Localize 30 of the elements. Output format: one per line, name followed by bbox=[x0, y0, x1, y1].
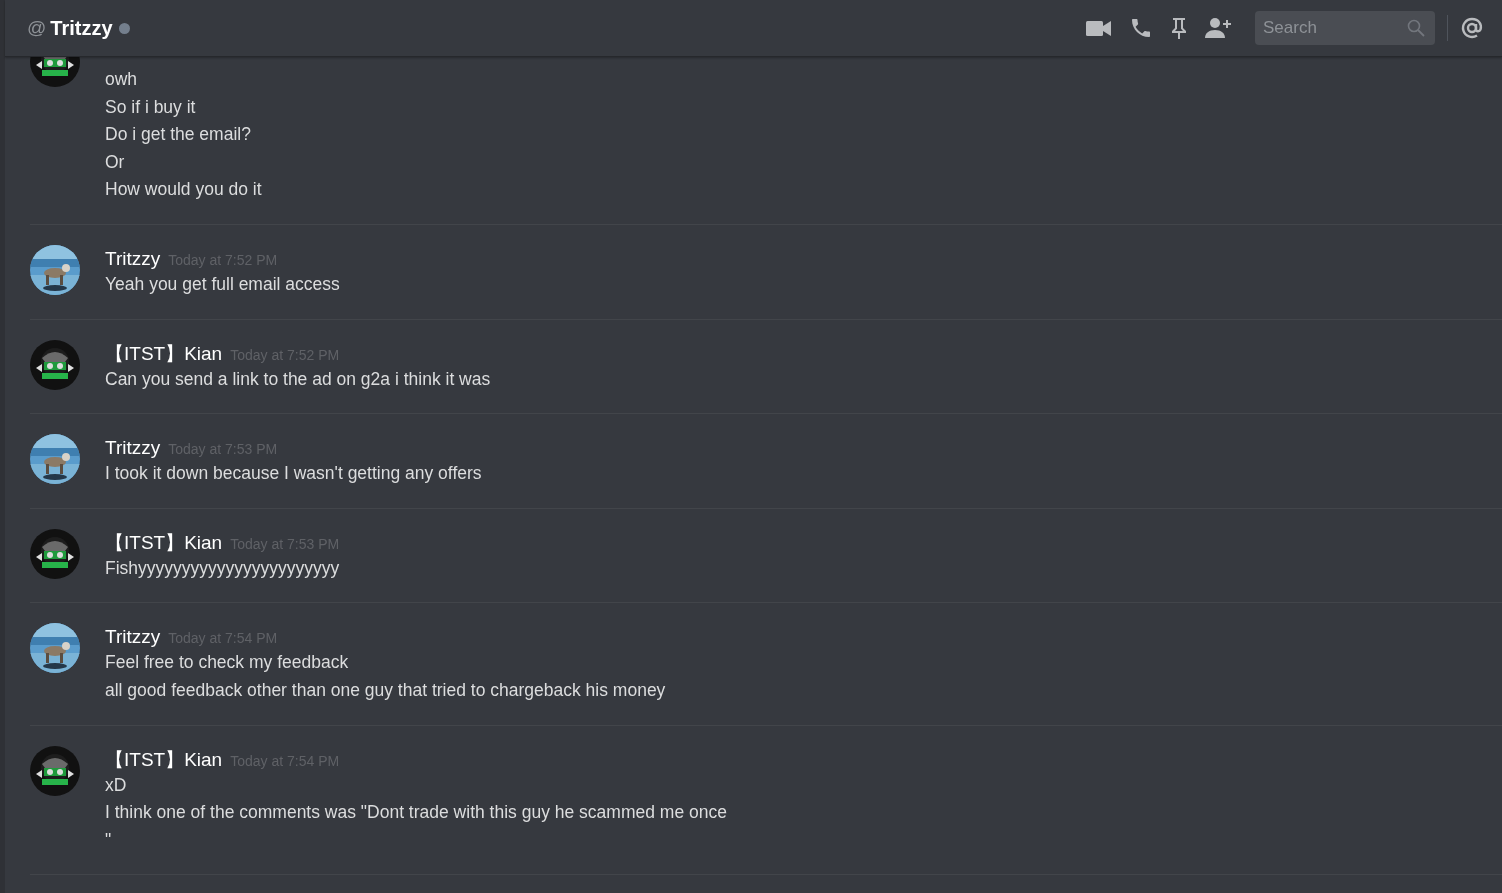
message-text: Do i get the email? bbox=[105, 123, 252, 147]
search-icon bbox=[1407, 19, 1425, 37]
channel-title: Tritzzy bbox=[50, 16, 113, 41]
message-text: Yeah you get full email access bbox=[105, 272, 340, 296]
phone-icon[interactable] bbox=[1129, 16, 1153, 40]
search-field[interactable]: Search bbox=[1255, 11, 1435, 45]
message-text: xD bbox=[105, 773, 128, 797]
message-text: So if i buy it bbox=[105, 95, 197, 119]
message-text: I took it down because I wasn't getting any offers bbox=[105, 462, 482, 486]
username[interactable]: 【ITST】Kian bbox=[105, 528, 223, 558]
message-text: Fishyyyyyyyyyyyyyyyyyyyyyyy bbox=[105, 556, 340, 580]
message-text: Can you send a link to the ad on g2a i think it was bbox=[105, 367, 491, 391]
add-friend-icon[interactable] bbox=[1205, 17, 1233, 39]
username[interactable]: Tritzzy bbox=[105, 434, 161, 463]
username[interactable]: Tritzzy bbox=[105, 623, 161, 652]
at-symbol: @ bbox=[27, 15, 47, 40]
message-text: I think one of the comments was "Dont trade with this guy he scammed me once bbox=[105, 801, 727, 825]
username[interactable]: Tritzzy bbox=[105, 244, 161, 274]
video-camera-icon[interactable] bbox=[1086, 19, 1111, 37]
status-dot bbox=[118, 22, 130, 34]
message-text: " bbox=[105, 828, 113, 852]
pin-icon[interactable] bbox=[1171, 16, 1187, 40]
message-text: owh bbox=[105, 68, 139, 91]
mention-icon[interactable] bbox=[1460, 16, 1484, 40]
username[interactable]: 【ITST】Kian bbox=[105, 339, 223, 369]
message-text: all good feedback other than one guy that tried to chargeback his money bbox=[105, 678, 666, 702]
message-text: Feel free to check my feedback bbox=[105, 651, 350, 675]
message-text: How would you do it bbox=[105, 178, 262, 202]
message-text: Or bbox=[105, 150, 126, 174]
username[interactable]: 【ITST】Kian bbox=[105, 745, 223, 775]
